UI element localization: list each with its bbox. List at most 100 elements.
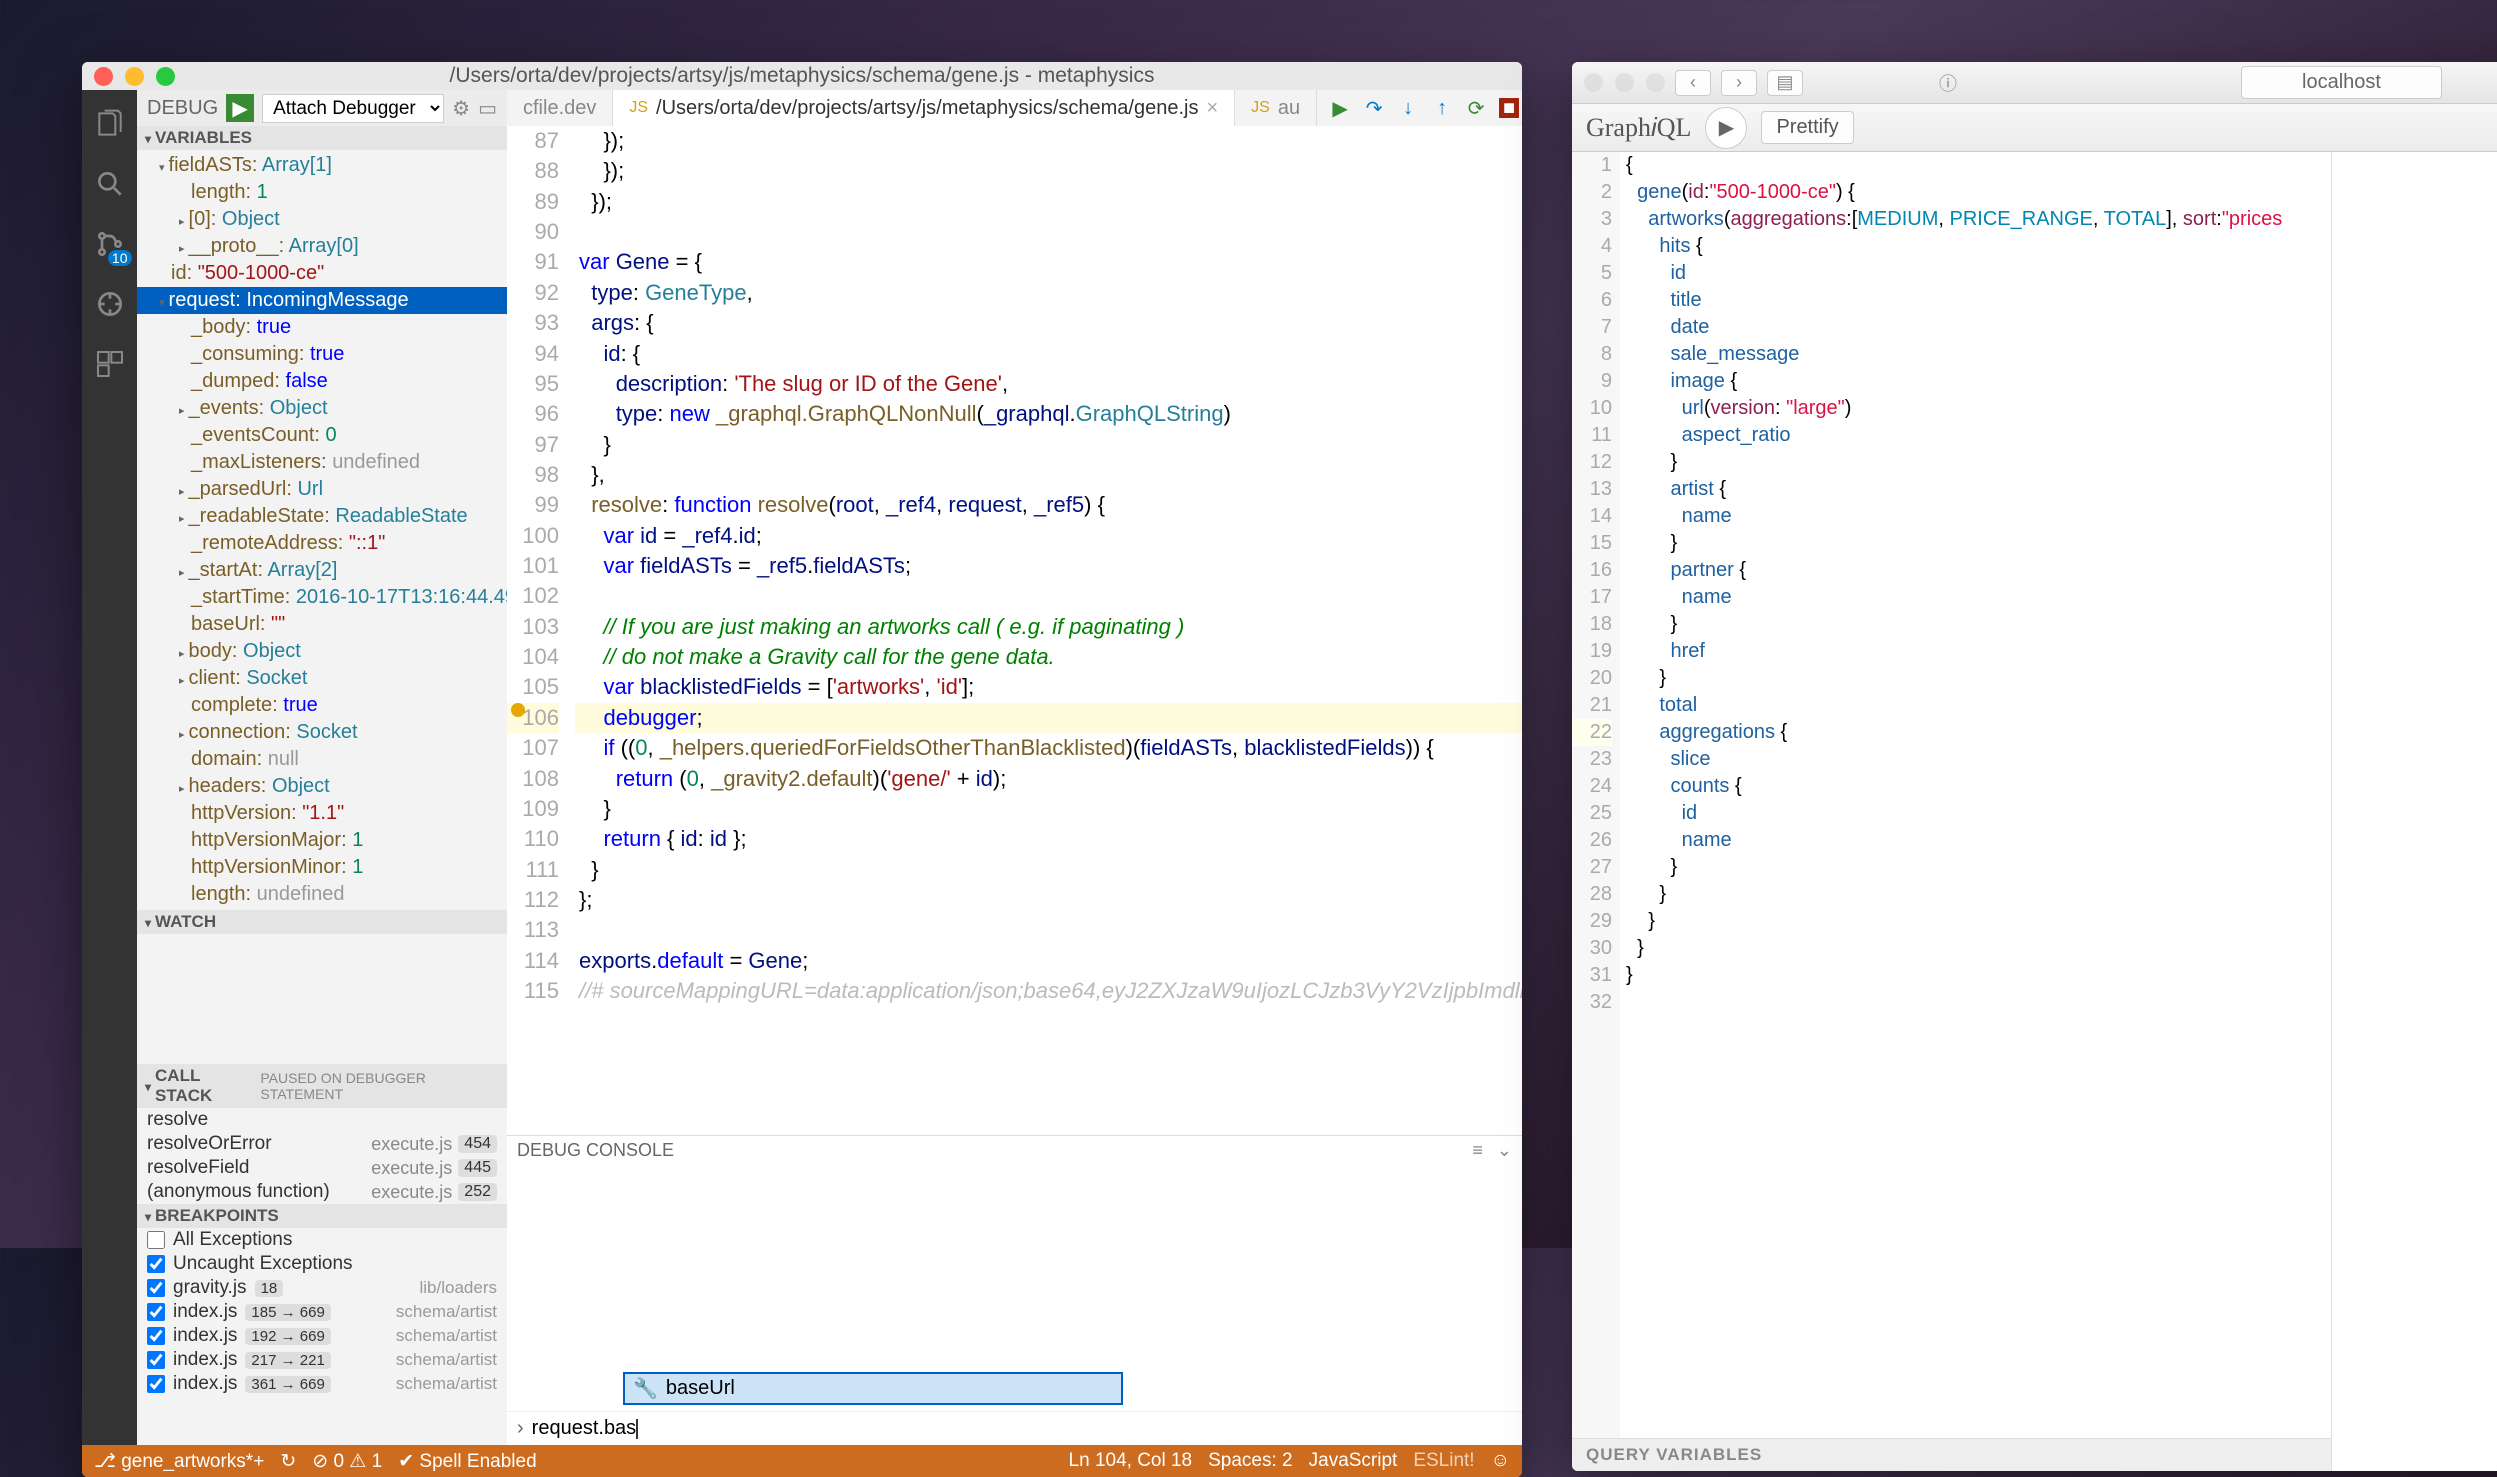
variable-row[interactable]: _dumped: false	[137, 368, 507, 395]
explorer-icon[interactable]	[90, 104, 130, 144]
debug-start-button[interactable]: ▶	[226, 94, 254, 122]
variable-row[interactable]: _remoteAddress: "::1"	[137, 530, 507, 557]
spell-status[interactable]: ✔ Spell Enabled	[398, 1450, 536, 1473]
editor-tab[interactable]: JS /Users/orta/dev/projects/artsy/js/met…	[613, 90, 1235, 126]
language-status[interactable]: JavaScript	[1309, 1450, 1398, 1472]
gutter[interactable]: 8788899091929394959697989910010110210310…	[507, 126, 575, 1135]
forward-button[interactable]: ›	[1721, 70, 1757, 96]
minimize-window-button[interactable]	[125, 67, 144, 86]
variable-row[interactable]: complete: true	[137, 692, 507, 719]
stop-button[interactable]: ■	[1499, 98, 1519, 118]
restart-button[interactable]: ⟳	[1465, 97, 1487, 119]
breakpoint-checkbox[interactable]	[147, 1255, 165, 1273]
variable-row[interactable]: _consuming: true	[137, 341, 507, 368]
url-bar[interactable]: ⓘ localhost ⟳	[1933, 66, 2497, 99]
variables-tree[interactable]: fieldASTs: Array[1]length: 1[0]: Object_…	[137, 150, 507, 910]
breakpoint-row[interactable]: index.js192 → 669schema/artist	[137, 1324, 507, 1348]
sidebar-button[interactable]: ▤	[1767, 70, 1803, 96]
autocomplete-popup[interactable]: 🔧baseUrl	[623, 1372, 1123, 1405]
debug-console-toggle-icon[interactable]: ▭	[478, 96, 497, 121]
close-window-button[interactable]	[1584, 73, 1603, 92]
variable-row[interactable]: _readableState: ReadableState	[137, 503, 507, 530]
variable-row[interactable]: client: Socket	[137, 665, 507, 692]
search-icon[interactable]	[90, 164, 130, 204]
url-text[interactable]: localhost	[2241, 66, 2442, 99]
variable-row[interactable]: _body: true	[137, 314, 507, 341]
back-button[interactable]: ‹	[1675, 70, 1711, 96]
variable-row[interactable]: request: IncomingMessage	[137, 287, 507, 314]
git-branch-status[interactable]: ⎇ gene_artworks*+	[94, 1450, 264, 1473]
step-over-button[interactable]: ↷	[1363, 97, 1385, 119]
variable-row[interactable]: _events: Object	[137, 395, 507, 422]
editor-tab[interactable]: JS au	[1235, 90, 1317, 126]
console-filter-icon[interactable]: ≡	[1472, 1140, 1483, 1161]
variable-row[interactable]: httpVersionMajor: 1	[137, 827, 507, 854]
breakpoint-checkbox[interactable]	[147, 1231, 165, 1249]
graphiql-code[interactable]: { gene(id:"500-1000-ce") { artworks(aggr…	[1620, 152, 2331, 1438]
graphiql-editor-main[interactable]: 1234567891011121314151617181920212223242…	[1572, 152, 2331, 1438]
callstack-row[interactable]: resolveOrErrorexecute.js454	[137, 1132, 507, 1156]
query-variables-header[interactable]: QUERY VARIABLES	[1572, 1438, 2331, 1471]
editor-tab[interactable]: cfile.dev	[507, 90, 613, 126]
execute-query-button[interactable]: ▶	[1705, 107, 1747, 149]
breakpoint-checkbox[interactable]	[147, 1303, 165, 1321]
step-out-button[interactable]: ↑	[1431, 97, 1453, 119]
code-editor[interactable]: 8788899091929394959697989910010110210310…	[507, 126, 1522, 1135]
breakpoints-header[interactable]: BREAKPOINTS	[137, 1204, 507, 1228]
zoom-window-button[interactable]	[1646, 73, 1665, 92]
breakpoint-row[interactable]: index.js217 → 221schema/artist	[137, 1348, 507, 1372]
problems-status[interactable]: ⊘ 0 ⚠ 1	[312, 1450, 382, 1473]
watch-header[interactable]: WATCH	[137, 910, 507, 934]
breakpoints-body[interactable]: All ExceptionsUncaught Exceptionsgravity…	[137, 1228, 507, 1396]
variable-row[interactable]: _maxListeners: undefined	[137, 449, 507, 476]
cursor-position[interactable]: Ln 104, Col 18	[1069, 1450, 1193, 1472]
variable-row[interactable]: _startTime: 2016-10-17T13:16:44.495Z	[137, 584, 507, 611]
indentation-status[interactable]: Spaces: 2	[1208, 1450, 1293, 1472]
prettify-button[interactable]: Prettify	[1761, 111, 1853, 144]
variable-row[interactable]: _parsedUrl: Url	[137, 476, 507, 503]
debug-icon[interactable]	[90, 284, 130, 324]
variable-row[interactable]: _startAt: Array[2]	[137, 557, 507, 584]
close-window-button[interactable]	[94, 67, 113, 86]
breakpoint-checkbox[interactable]	[147, 1279, 165, 1297]
callstack-header[interactable]: CALL STACKPAUSED ON DEBUGGER STATEMENT	[137, 1064, 507, 1108]
breakpoint-row[interactable]: gravity.js18lib/loaders	[137, 1276, 507, 1300]
variable-row[interactable]: length: 1	[137, 179, 507, 206]
variable-row[interactable]: connection: Socket	[137, 719, 507, 746]
variable-row[interactable]: _eventsCount: 0	[137, 422, 507, 449]
variable-row[interactable]: baseUrl: ""	[137, 611, 507, 638]
breakpoint-checkbox[interactable]	[147, 1375, 165, 1393]
callstack-row[interactable]: resolveFieldexecute.js445	[137, 1156, 507, 1180]
reader-icon[interactable]: ⓘ	[1939, 70, 1957, 96]
callstack-body[interactable]: resolveresolveOrErrorexecute.js454resolv…	[137, 1108, 507, 1204]
variable-row[interactable]: id: "500-1000-ce"	[137, 260, 507, 287]
extensions-icon[interactable]	[90, 344, 130, 384]
variable-row[interactable]: __proto__: Array[0]	[137, 233, 507, 260]
variable-row[interactable]: httpVersionMinor: 1	[137, 854, 507, 881]
debug-console-input[interactable]: request.bas	[532, 1417, 637, 1440]
continue-button[interactable]: ▶	[1329, 97, 1351, 119]
breakpoint-row[interactable]: index.js361 → 669schema/artist	[137, 1372, 507, 1396]
callstack-row[interactable]: (anonymous function)execute.js252	[137, 1180, 507, 1204]
sync-status-icon[interactable]: ↻	[280, 1450, 296, 1473]
minimize-window-button[interactable]	[1615, 73, 1634, 92]
debug-console-header[interactable]: DEBUG CONSOLE ≡ ⌄	[507, 1136, 1522, 1165]
variable-row[interactable]: [0]: Object	[137, 206, 507, 233]
breakpoint-row[interactable]: All Exceptions	[137, 1228, 507, 1252]
variable-row[interactable]: domain: null	[137, 746, 507, 773]
code-content[interactable]: }); }); }); var Gene = { type: GeneType,…	[575, 126, 1522, 1135]
step-into-button[interactable]: ↓	[1397, 97, 1419, 119]
breakpoint-checkbox[interactable]	[147, 1351, 165, 1369]
breakpoint-checkbox[interactable]	[147, 1327, 165, 1345]
zoom-window-button[interactable]	[156, 67, 175, 86]
variables-header[interactable]: VARIABLES	[137, 126, 507, 150]
autocomplete-item[interactable]: 🔧baseUrl	[625, 1374, 1121, 1403]
feedback-icon[interactable]: ☺	[1491, 1450, 1510, 1472]
debug-config-select[interactable]: Attach Debugger	[262, 94, 444, 123]
chevron-down-icon[interactable]: ⌄	[1497, 1140, 1512, 1161]
variable-row[interactable]: body: Object	[137, 638, 507, 665]
eslint-status[interactable]: ESLint!	[1413, 1450, 1474, 1472]
git-icon[interactable]: 10	[90, 224, 130, 264]
gear-icon[interactable]: ⚙	[452, 96, 470, 121]
close-tab-icon[interactable]: ×	[1206, 97, 1218, 120]
